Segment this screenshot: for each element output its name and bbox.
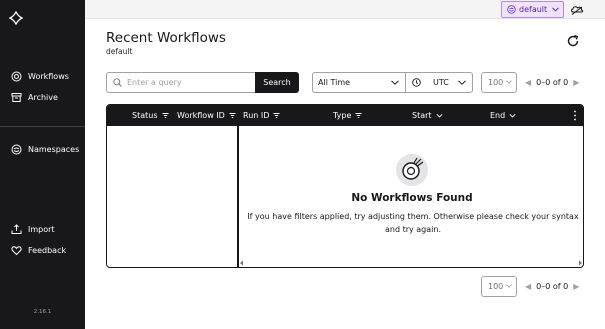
sidebar-item-archive[interactable]: Archive [11,90,58,104]
time-range-value: All Time [318,78,351,87]
filter-icon [162,113,168,118]
data-encoder-icon[interactable] [570,3,584,16]
sidebar-item-label: Feedback [28,245,67,255]
archive-icon [11,92,22,102]
pagination-range: 0–0 of 0 [536,78,569,87]
sidebar-item-feedback[interactable]: Feedback [11,243,66,257]
page-size-value: 100 [488,78,504,87]
pagination-bottom: ◀ 0–0 of 0 ▶ [525,282,579,291]
column-header-workflow-id[interactable]: Workflow ID [177,111,236,120]
chevron-down-icon [506,80,512,84]
sidebar-item-label: Archive [28,92,58,102]
namespace-value: default [519,5,548,14]
next-page-icon[interactable]: ▶ [573,78,579,87]
empty-state-title: No Workflows Found [351,192,473,204]
column-header-start[interactable]: Start [412,111,443,120]
top-bar: default [85,0,605,19]
timezone-select[interactable]: UTC [405,72,473,93]
heart-icon [11,245,22,255]
search-icon [113,78,122,87]
sidebar-item-label: Import [28,224,55,234]
previous-page-icon[interactable]: ◀ [525,78,531,87]
chevron-down-icon [458,80,466,85]
column-header-type[interactable]: Type [333,111,362,120]
filter-icon [355,113,362,118]
search-button[interactable]: Search [255,72,299,93]
time-range-select[interactable]: All Time [312,72,406,93]
chevron-down-icon [552,7,559,12]
workflows-table: Status Workflow ID Run ID Type Start End [106,104,584,268]
column-label: Start [412,111,432,120]
horizontal-scrollbar[interactable] [239,259,583,267]
page-size-value: 100 [488,282,504,291]
column-label: End [490,111,506,120]
filter-icon [229,113,236,118]
empty-state-message: If you have filters applied, try adjusti… [247,212,579,234]
namespace-select[interactable]: default [501,1,564,18]
temporal-logo-icon[interactable] [9,11,23,25]
search-input[interactable] [127,78,247,87]
column-options-icon[interactable] [573,110,577,121]
sidebar-item-label: Workflows [28,71,69,81]
chevron-down-icon [509,113,516,118]
import-icon [11,223,22,234]
sidebar-item-label: Namespaces [28,144,80,154]
column-header-run-id[interactable]: Run ID [243,111,280,120]
column-label: Status [132,111,158,120]
namespaces-icon [11,144,22,154]
page-subtitle: default [106,47,133,56]
pagination-top: ◀ 0–0 of 0 ▶ [525,78,579,87]
page-size-select-top[interactable]: 100 [481,72,517,93]
version-label: 2.16.1 [33,309,52,315]
sidebar-divider [0,126,85,127]
column-label: Run ID [243,111,270,120]
page-title: Recent Workflows [106,30,226,46]
timezone-value: UTC [433,78,449,87]
sidebar-item-namespaces[interactable]: Namespaces [11,142,79,156]
chevron-down-icon [436,113,443,118]
column-header-status[interactable]: Status [132,111,169,120]
refresh-icon[interactable] [566,34,580,48]
chevron-down-icon [506,284,512,288]
table-header: Status Workflow ID Run ID Type Start End [107,105,583,126]
workflows-icon [11,71,22,81]
column-label: Workflow ID [177,111,225,120]
sidebar-item-workflows[interactable]: Workflows [11,69,69,83]
column-label: Type [333,111,352,120]
next-page-icon[interactable]: ▶ [573,282,579,291]
column-header-end[interactable]: End [490,111,516,120]
page-size-select-bottom[interactable]: 100 [481,276,517,297]
namespace-icon [507,5,516,14]
sidebar: Workflows Archive Namespaces Import Feed… [0,0,85,329]
filter-icon [273,113,280,118]
pagination-range: 0–0 of 0 [536,282,569,291]
chevron-down-icon [391,80,399,85]
clock-icon [412,78,421,87]
previous-page-icon[interactable]: ◀ [525,282,531,291]
empty-state-icon [396,154,428,186]
sidebar-item-import[interactable]: Import [11,222,55,236]
search-box [106,72,255,93]
